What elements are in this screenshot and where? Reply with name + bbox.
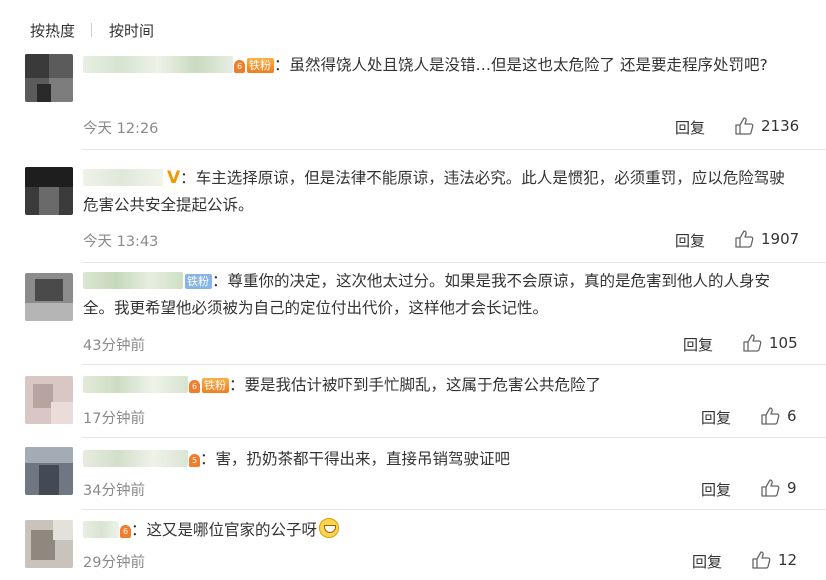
like-button[interactable]: 105: [743, 334, 798, 352]
avatar[interactable]: [25, 447, 73, 495]
divider: [82, 509, 826, 510]
thumbs-up-icon: [752, 551, 771, 569]
username-blurred[interactable]: [83, 56, 233, 73]
crown-icon: 6: [120, 525, 131, 538]
like-button[interactable]: 1907: [735, 230, 799, 248]
sort-by-hot-tab[interactable]: 按热度: [30, 20, 75, 41]
reply-button[interactable]: 回复: [701, 479, 731, 500]
avatar[interactable]: [25, 273, 73, 321]
username-blurred[interactable]: [83, 376, 188, 393]
avatar[interactable]: [25, 520, 73, 568]
thumbs-up-icon: [761, 407, 780, 425]
comment-time: 43分钟前: [83, 338, 145, 354]
like-count: 105: [769, 334, 798, 352]
fan-badge: 铁粉: [247, 58, 274, 73]
divider: [82, 149, 826, 150]
like-button[interactable]: 9: [761, 479, 797, 497]
comment-time: 17分钟前: [83, 411, 145, 427]
comment-body: 5 ：害，扔奶茶都干得出来，直接吊销驾驶证吧: [83, 446, 796, 473]
fan-badge: 铁粉: [202, 378, 229, 393]
comment-time: 34分钟前: [83, 483, 145, 499]
sort-bar: 按热度 按时间: [30, 18, 154, 42]
comment-body: 6 ：这又是哪位官家的公子呀: [83, 517, 796, 544]
like-count: 2136: [761, 117, 800, 135]
comment-text: 这又是哪位官家的公子呀: [146, 521, 318, 539]
username-blurred[interactable]: [83, 521, 119, 538]
grin-emoji-icon: [319, 518, 340, 538]
sort-by-time-tab[interactable]: 按时间: [109, 20, 154, 41]
comment-text: 要是我估计被吓到手忙脚乱，这属于危害公共危险了: [244, 376, 602, 394]
crown-icon: 5: [189, 454, 200, 467]
like-count: 9: [787, 479, 797, 497]
comment-time: 29分钟前: [83, 555, 145, 571]
thumbs-up-icon: [761, 479, 780, 497]
divider: [82, 364, 826, 365]
reply-button[interactable]: 回复: [701, 407, 731, 428]
fan-badge: 铁粉: [185, 274, 212, 289]
comment-time: 今天 12:26: [83, 121, 159, 137]
comment-body: 6 铁粉 ：要是我估计被吓到手忙脚乱，这属于危害公共危险了: [83, 372, 796, 399]
comment-text: 害，扔奶茶都干得出来，直接吊销驾驶证吧: [215, 450, 511, 468]
crown-icon: 6: [189, 380, 200, 393]
sort-divider: [91, 23, 93, 37]
username-blurred[interactable]: [83, 169, 163, 186]
like-button[interactable]: 2136: [735, 117, 799, 135]
comment-body: 铁粉 ：尊重你的决定，这次他太过分。如果是我不会原谅，真的是危害到他人的人身安全。…: [83, 272, 771, 317]
comment-body: 6 铁粉 ：虽然得饶人处且饶人是没错…但是这也太危险了 还是要走程序处罚吧?: [83, 52, 796, 79]
comment-time: 今天 13:43: [83, 234, 159, 250]
reply-button[interactable]: 回复: [683, 334, 713, 355]
like-button[interactable]: 6: [761, 407, 797, 425]
thumbs-up-icon: [743, 334, 762, 352]
avatar[interactable]: [25, 167, 73, 215]
crown-icon: 6: [234, 60, 245, 73]
divider: [82, 437, 826, 438]
thumbs-up-icon: [735, 230, 754, 248]
verified-v-icon: V: [167, 168, 181, 188]
reply-button[interactable]: 回复: [692, 551, 722, 572]
username-blurred[interactable]: [83, 272, 183, 289]
like-button[interactable]: 12: [752, 551, 797, 569]
reply-button[interactable]: 回复: [675, 117, 705, 138]
avatar[interactable]: [25, 376, 73, 424]
reply-button[interactable]: 回复: [675, 230, 705, 251]
comment-text: 车主选择原谅，但是法律不能原谅，违法必究。此人是惯犯，必须重罚，应以危险驾驶危害…: [83, 169, 785, 214]
comment-text: 虽然得饶人处且饶人是没错…但是这也太危险了 还是要走程序处罚吧?: [289, 56, 768, 74]
username-blurred[interactable]: [83, 450, 188, 467]
like-count: 1907: [761, 230, 800, 248]
divider: [82, 262, 826, 263]
like-count: 6: [787, 407, 797, 425]
avatar[interactable]: [25, 54, 73, 102]
comment-body: V：车主选择原谅，但是法律不能原谅，违法必究。此人是惯犯，必须重罚，应以危险驾驶…: [83, 165, 796, 219]
thumbs-up-icon: [735, 117, 754, 135]
like-count: 12: [778, 551, 798, 569]
